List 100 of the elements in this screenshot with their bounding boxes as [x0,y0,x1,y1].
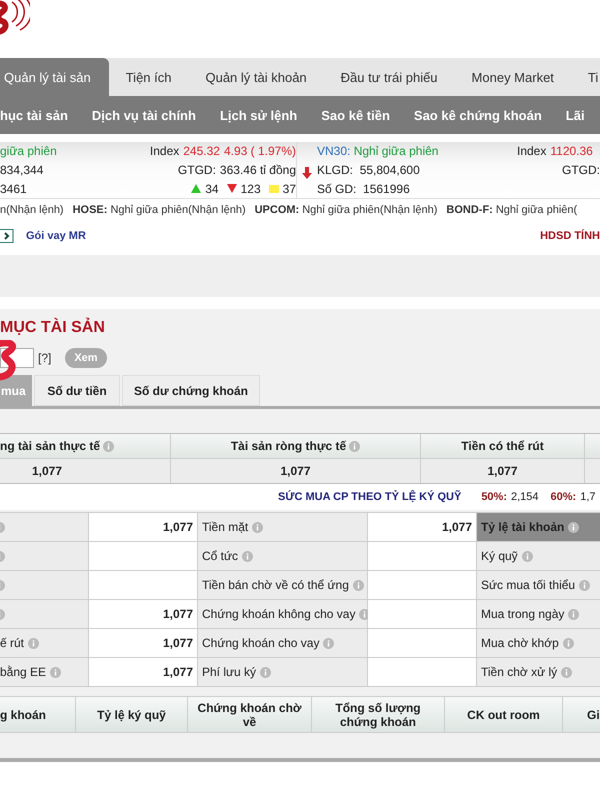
value-cell: 1,077 [89,658,198,686]
table-cell: 1,077 [32,464,62,478]
exchange-name: HOSE: [72,204,108,216]
column-header: g khoán [0,708,46,722]
sub-nav-item[interactable]: Dịch vụ tài chính [92,108,196,122]
column-header: Gi [587,708,600,722]
down-triangle-icon [226,184,237,194]
value-cell: 1,077 [368,513,477,541]
info-icon [260,666,272,678]
down-arrow-icon [302,167,312,179]
column-header: Chứng khoán chờ về [196,700,302,728]
info-icon [579,580,590,590]
info-icon [28,638,40,648]
info-icon [50,666,62,678]
sub-nav-item[interactable]: Lãi [566,108,585,122]
sub-nav-item[interactable]: Sao kê tiền [321,108,390,122]
field-label: Sức mua tối thiểu [481,578,576,592]
exchange-name: BOND-F: [446,204,493,216]
section-title: MỤC TÀI SẢN [0,319,106,338]
nav-tab[interactable]: Money Market [454,58,571,96]
trades-value: 3461 [0,182,27,196]
ratio-label: 50%: [481,491,507,503]
table-cell: 1,077 [280,464,311,478]
logo-icon [0,0,30,36]
value-label: GTGD: [178,162,216,177]
trade-value: 363.46 tỉ đồng [220,162,296,177]
ratio-value: 1,7 [580,491,596,503]
index-change: 4.93 ( 1.97%) [224,144,296,158]
buying-power-title: SỨC MUA CP THEO TỶ LỆ KÝ QUỸ [278,491,462,503]
unchanged-count: 37 [282,182,296,196]
nav-tab[interactable]: Đầu tư trái phiếu [324,58,455,96]
field-label: Tiền chờ xử lý [481,665,558,679]
field-label: Tỷ lệ tài khoản [481,520,564,534]
column-header: Tiền có thể rút [461,439,544,453]
loan-link[interactable]: Gói vay MR [26,230,86,242]
nav-tab[interactable]: Tiện ích [108,58,188,96]
guide-link[interactable]: HDSD TÍNH [540,230,600,242]
info-icon [323,638,334,648]
advancers-count: 34 [205,182,219,196]
field-label: Chứng khoán cho vay [202,636,320,650]
session-status: Nghỉ giữa phiên(Nhận lệnh) [110,204,246,216]
up-triangle-icon [191,184,202,194]
sub-nav-item[interactable]: Lịch sử lệnh [220,108,298,122]
value-cell: 1,077 [89,600,198,628]
session-status: Nghỉ giữa phiên( [496,204,578,216]
index-name: VN30: [317,144,350,158]
info-icon [352,580,364,590]
chevron-right-icon[interactable] [0,229,14,243]
market-status: Nghỉ giữa phiên [354,144,438,158]
index-value: 245.32 [183,144,220,158]
content-tab[interactable]: Số dư tiền [34,375,120,406]
help-link[interactable]: [?] [38,351,52,365]
value-cell: 1,077 [89,629,198,657]
field-label: Phí lưu ký [202,665,256,679]
sub-nav-item[interactable]: hục tài sản [0,108,68,122]
index-label: Index [150,144,180,158]
index-label: Index [517,144,546,158]
nav-tab[interactable]: Ti [570,58,600,96]
info-icon [561,666,572,678]
field-label: Tiền bán chờ về có thể ứng [202,578,349,592]
column-header: Tài sản ròng thực tế [230,439,346,453]
field-label: Mua trong ngày [481,607,564,621]
volume-value: 55,804,600 [360,162,420,177]
session-status: Nghỉ giữa phiên(Nhận lệnh) [302,204,438,216]
trades-value: 1561996 [363,182,410,196]
field-label: Tiền mặt [202,520,248,534]
column-header: CK out room [467,708,540,722]
market-status: giữa phiên [0,144,57,158]
column-header: ng tài sản thực tế [0,439,100,453]
sub-nav-item[interactable]: Sao kê chứng khoán [414,108,542,122]
field-label: bằng EE [0,665,46,679]
field-label: Cổ tức [202,549,238,563]
info-icon [522,550,533,562]
ratio-label: 60%: [550,491,576,503]
index-value: 1120.36 [550,144,593,158]
field-label: ế rút [0,636,24,650]
field-label: Ký quỹ [481,549,518,563]
volume-value: 834,344 [0,162,44,177]
value-cell: 1,077 [89,513,198,541]
field-label: Chứng khoán không cho vay [202,607,356,621]
info-icon [242,550,254,562]
info-icon [562,638,574,648]
ratio-value: 2,154 [511,491,539,503]
field-label: Mua chờ khớp [481,636,559,650]
square-icon [268,184,279,193]
content-tab[interactable]: Số dư chứng khoán [122,375,260,406]
exchange-name: UPCOM: [254,204,300,216]
session-status: n(Nhận lệnh) [0,204,64,216]
trades-label: Số GD: [317,182,356,196]
volume-label: KLGD: [317,162,354,177]
column-header: Tỷ lệ ký quỹ [97,708,166,722]
info-icon [568,522,580,532]
column-header: Tổng số lượng chứng khoán [334,700,422,728]
info-icon [568,608,580,620]
decliners-count: 123 [240,182,261,196]
nav-tab[interactable]: Quản lý tài sản [0,58,109,96]
info-icon [252,522,264,532]
value-label: GTGD: [562,162,600,177]
table-cell: 1,077 [487,464,518,478]
nav-tab[interactable]: Quản lý tài khoản [188,58,324,96]
